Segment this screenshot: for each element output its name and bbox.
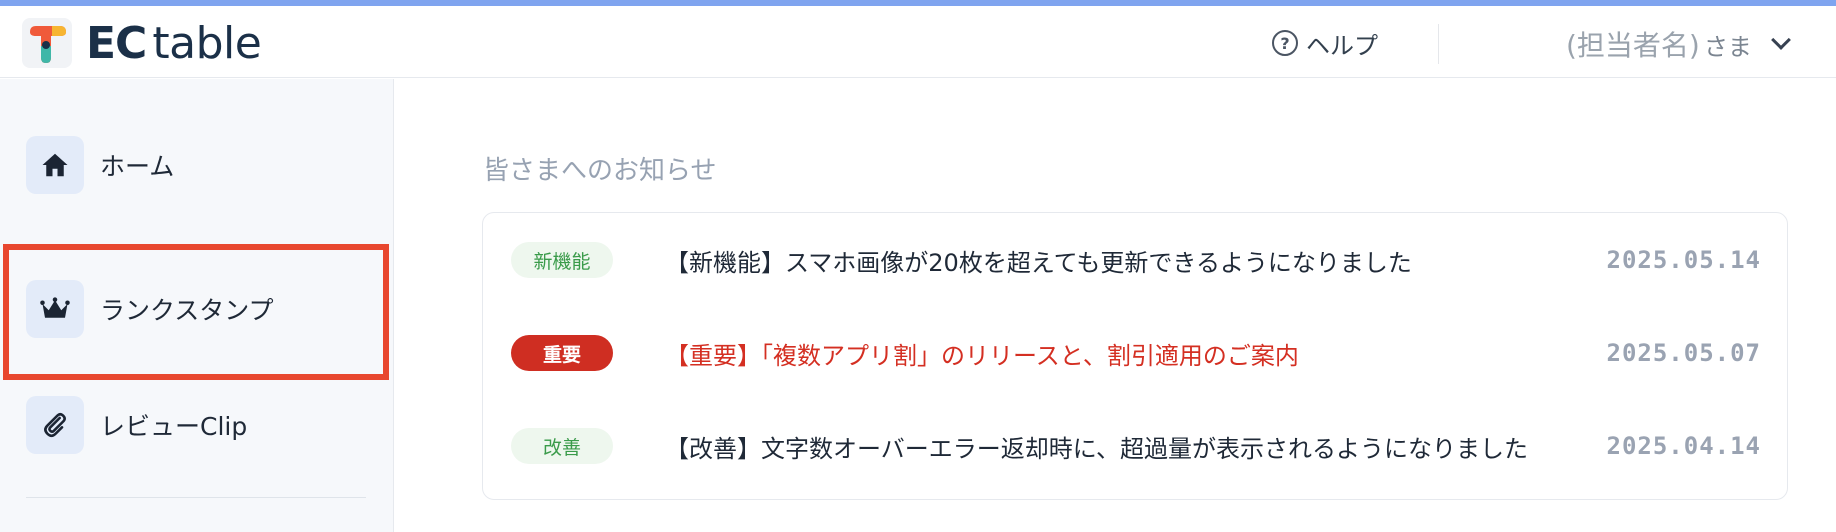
- notice-text[interactable]: 【重要】「複数アプリ割」のリリースと、割引適用のご案内: [665, 336, 1299, 371]
- sidebar-item-label: レビューClip: [100, 412, 248, 441]
- sidebar-item-home[interactable]: ホーム: [26, 135, 174, 195]
- user-menu[interactable]: (担当者名) さま: [1566, 26, 1791, 62]
- notice-text[interactable]: 【改善】文字数オーバーエラー返却時に、超過量が表示されるようになりました: [665, 429, 1528, 464]
- notice-text[interactable]: 【新機能】スマホ画像が20枚を超えても更新できるようになりました: [665, 243, 1412, 278]
- sidebar-item-label: ホーム: [100, 152, 175, 181]
- logo-icon: [30, 26, 66, 63]
- notice-date: 2025.05.07: [1606, 339, 1761, 367]
- brand-table: table: [152, 18, 262, 69]
- notices-card: 新機能 【新機能】スマホ画像が20枚を超えても更新できるようになりました 202…: [482, 212, 1788, 500]
- brand-ec: EC: [86, 18, 147, 69]
- notice-date: 2025.04.14: [1606, 432, 1761, 460]
- notice-row[interactable]: 新機能 【新機能】スマホ画像が20枚を超えても更新できるようになりました 202…: [511, 240, 1761, 280]
- help-label: ヘルプ: [1306, 31, 1378, 60]
- sidebar-divider: [26, 497, 366, 498]
- sidebar-item-review-clip[interactable]: レビューClip: [26, 395, 247, 455]
- notice-row[interactable]: 重要 【重要】「複数アプリ割」のリリースと、割引適用のご案内 2025.05.0…: [511, 333, 1761, 373]
- notice-badge: 改善: [511, 428, 613, 464]
- user-name: (担当者名): [1566, 29, 1700, 62]
- highlight-box: [3, 244, 389, 380]
- notice-badge: 重要: [511, 335, 613, 371]
- brand-name: EC table: [86, 18, 262, 69]
- paperclip-icon: [26, 396, 84, 454]
- header-divider: [1438, 24, 1439, 64]
- notice-row[interactable]: 改善 【改善】文字数オーバーエラー返却時に、超過量が表示されるようになりました …: [511, 426, 1761, 466]
- user-suffix: さま: [1703, 32, 1752, 61]
- chevron-down-icon[interactable]: [1770, 30, 1791, 50]
- notice-badge: 新機能: [511, 242, 613, 278]
- notice-date: 2025.05.14: [1606, 246, 1761, 274]
- help-link[interactable]: ? ヘルプ: [1272, 28, 1378, 60]
- app-logo[interactable]: [22, 18, 72, 68]
- notices-title: 皆さまへのお知らせ: [483, 156, 717, 186]
- help-circle-icon: ?: [1272, 30, 1298, 56]
- app-header: EC table ? ヘルプ (担当者名) さま: [0, 6, 1836, 78]
- home-icon: [26, 136, 84, 194]
